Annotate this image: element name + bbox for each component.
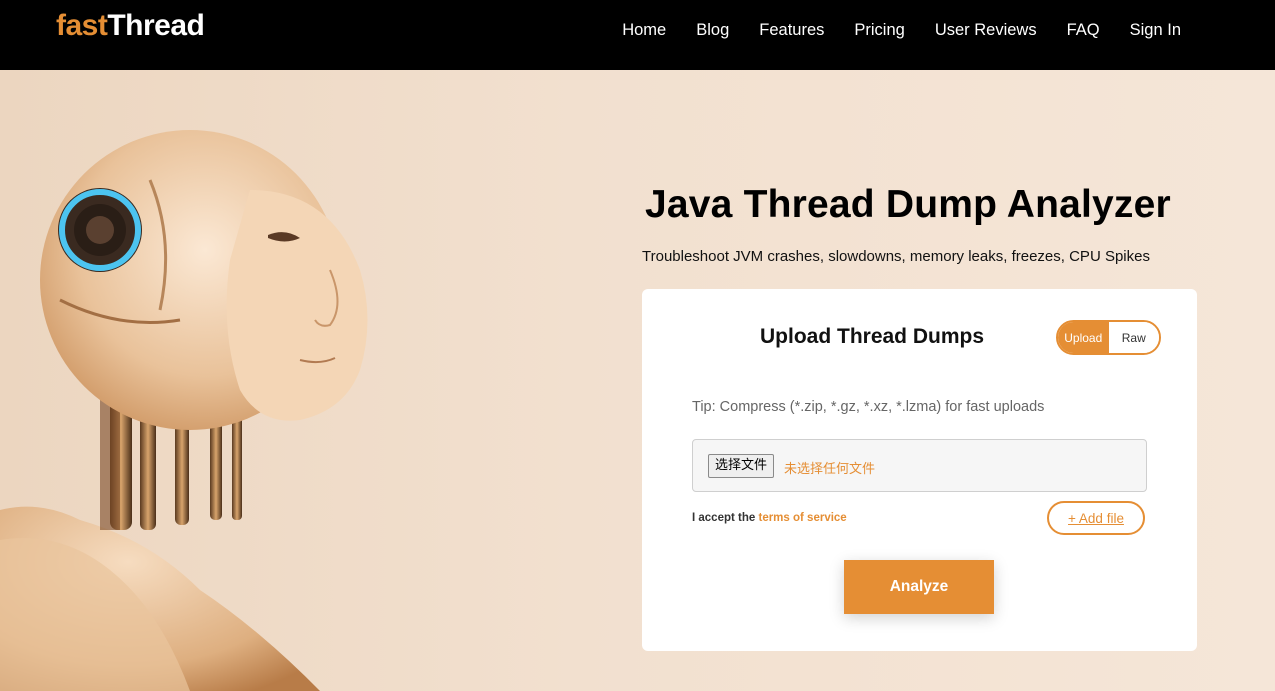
page-title: Java Thread Dump Analyzer xyxy=(645,183,1171,226)
top-navbar: fastThread Home Blog Features Pricing Us… xyxy=(0,0,1275,70)
choose-file-button[interactable]: 选择文件 xyxy=(708,454,775,478)
nav-pricing[interactable]: Pricing xyxy=(854,20,904,40)
nav-sign-in[interactable]: Sign In xyxy=(1130,20,1181,40)
robot-illustration-icon xyxy=(0,130,368,691)
accept-prefix: I accept the xyxy=(692,512,756,524)
nav-features[interactable]: Features xyxy=(759,20,824,40)
analyze-button[interactable]: Analyze xyxy=(844,560,994,614)
terms-of-service-link[interactable]: terms of service xyxy=(758,512,846,524)
toggle-raw[interactable]: Raw xyxy=(1108,322,1159,353)
upload-card-title: Upload Thread Dumps xyxy=(760,325,985,348)
hero-section: Java Thread Dump Analyzer Troubleshoot J… xyxy=(0,70,1275,691)
nav-faq[interactable]: FAQ xyxy=(1067,20,1100,40)
upload-mode-toggle: Upload Raw xyxy=(1056,320,1161,355)
page-subtitle: Troubleshoot JVM crashes, slowdowns, mem… xyxy=(642,248,1150,265)
add-file-button[interactable]: + Add file xyxy=(1047,501,1145,535)
logo-part-thread: Thread xyxy=(107,9,205,42)
nav-user-reviews[interactable]: User Reviews xyxy=(935,20,1037,40)
logo[interactable]: fastThread xyxy=(56,9,205,43)
nav-home[interactable]: Home xyxy=(622,20,666,40)
file-status-text: 未选择任何文件 xyxy=(784,462,876,477)
nav-links: Home Blog Features Pricing User Reviews … xyxy=(592,20,1181,40)
toggle-upload[interactable]: Upload xyxy=(1058,322,1109,353)
compression-tip: Tip: Compress (*.zip, *.gz, *.xz, *.lzma… xyxy=(692,399,1045,415)
terms-acceptance: I accept the terms of service xyxy=(692,512,847,524)
nav-blog[interactable]: Blog xyxy=(696,20,729,40)
logo-part-fast: fast xyxy=(56,9,108,42)
upload-card: Upload Thread Dumps Upload Raw Tip: Comp… xyxy=(642,289,1197,651)
file-input-box: 选择文件 未选择任何文件 xyxy=(692,439,1147,492)
